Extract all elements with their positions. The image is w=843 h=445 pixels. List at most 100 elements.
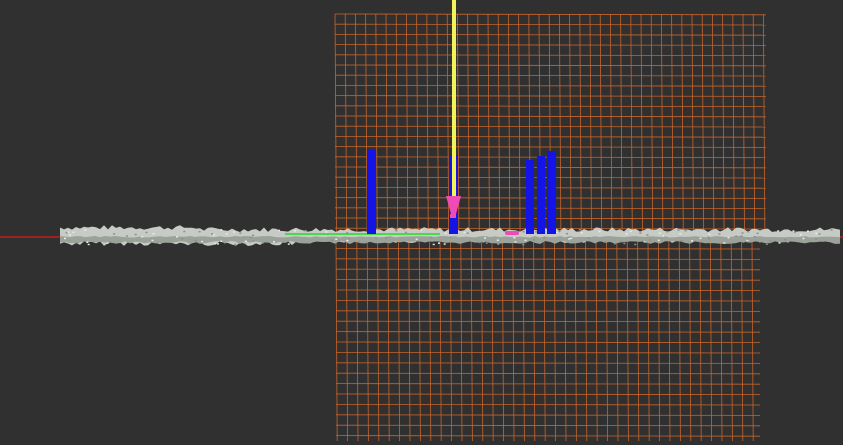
cloud-point xyxy=(679,233,682,235)
cloud-point xyxy=(216,243,219,245)
cloud-point xyxy=(244,240,247,243)
cloud-point xyxy=(420,229,423,231)
cloud-point xyxy=(194,239,197,242)
grid-line xyxy=(377,237,380,442)
cloud-point xyxy=(145,231,148,234)
cloud-point xyxy=(684,230,687,232)
cloud-point xyxy=(604,241,607,243)
cloud-point xyxy=(794,231,796,233)
grid-line xyxy=(334,115,767,118)
cloud-point xyxy=(109,241,112,243)
cloud-point xyxy=(249,236,252,239)
grid-line xyxy=(334,74,767,77)
cloud-point xyxy=(225,233,228,235)
grid-line xyxy=(334,44,767,46)
grid-line xyxy=(752,13,756,237)
grid-line xyxy=(335,289,761,292)
cloud-point xyxy=(707,236,710,238)
cloud-point xyxy=(646,234,649,236)
cloud-point xyxy=(657,239,660,242)
grid-line xyxy=(334,105,767,107)
cloud-point xyxy=(67,231,70,233)
cloud-point xyxy=(87,243,90,246)
grid-line xyxy=(691,13,694,237)
cloud-point xyxy=(198,230,201,233)
cloud-point xyxy=(578,229,581,231)
cloud-point xyxy=(598,230,601,233)
cloud-point xyxy=(374,237,377,239)
grid-line xyxy=(366,237,369,442)
cloud-point xyxy=(746,239,749,242)
grid-line xyxy=(543,237,546,442)
grid-line xyxy=(334,64,767,67)
grid-line xyxy=(334,13,767,16)
grid-line xyxy=(387,237,390,442)
grid-line xyxy=(574,237,577,442)
grid-line xyxy=(470,237,473,442)
cloud-point xyxy=(358,240,361,243)
grid-line xyxy=(701,13,705,237)
grid-line xyxy=(650,13,654,237)
grid-line xyxy=(512,237,515,442)
cloud-point xyxy=(802,237,805,240)
grid-line xyxy=(533,237,536,442)
cloud-point xyxy=(558,230,561,233)
cloud-point xyxy=(385,237,388,239)
grid-line xyxy=(334,85,767,87)
grid-line xyxy=(502,237,504,442)
grid-line xyxy=(335,351,761,354)
grid-line xyxy=(334,34,767,36)
cloud-point xyxy=(134,233,137,236)
grid-line xyxy=(751,237,754,442)
grid-line xyxy=(335,320,761,323)
obstacle-marker xyxy=(537,156,545,234)
grid-line xyxy=(439,237,442,442)
obstacle-marker xyxy=(367,150,376,234)
grid-line xyxy=(487,13,490,237)
grid-line xyxy=(395,13,399,237)
cloud-point xyxy=(830,229,833,231)
scene-canvas[interactable] xyxy=(0,0,843,445)
cloud-point xyxy=(273,241,275,243)
grid-line xyxy=(335,299,761,302)
cloud-point xyxy=(639,232,642,234)
cloud-point xyxy=(658,232,661,234)
cloud-point xyxy=(262,242,265,244)
cloud-point xyxy=(756,232,759,235)
grid-line xyxy=(599,13,603,237)
grid-line xyxy=(630,13,633,237)
cloud-point xyxy=(532,238,535,241)
cloud-point xyxy=(708,233,711,236)
cloud-point xyxy=(570,237,573,240)
cloud-point xyxy=(524,239,527,242)
cloud-point xyxy=(815,238,817,240)
cloud-point xyxy=(278,229,281,232)
grid-line xyxy=(344,13,348,237)
grid-line xyxy=(712,13,715,237)
grid-line xyxy=(418,237,421,442)
cloud-point xyxy=(404,231,407,234)
cloud-point xyxy=(613,242,616,245)
cloud-point xyxy=(699,237,702,240)
cloud-point xyxy=(741,232,744,234)
cloud-point xyxy=(662,235,665,237)
grid-line xyxy=(398,237,400,442)
cloud-point xyxy=(566,232,568,235)
cloud-point xyxy=(449,236,452,239)
cloud-point xyxy=(634,243,637,246)
cloud-point xyxy=(113,233,116,235)
grid-line xyxy=(564,237,567,442)
cloud-point xyxy=(141,236,144,238)
cloud-point xyxy=(86,241,89,243)
grid-line xyxy=(741,237,744,442)
grid-line xyxy=(335,268,761,271)
grid-line xyxy=(426,13,429,237)
grid-line xyxy=(518,13,521,237)
grid-line xyxy=(720,237,723,442)
cloud-point xyxy=(252,234,255,237)
grid-line xyxy=(730,237,733,442)
cloud-point xyxy=(522,231,525,233)
3d-viewport[interactable] xyxy=(0,0,843,445)
grid-line xyxy=(640,13,643,237)
cloud-point xyxy=(212,234,215,236)
